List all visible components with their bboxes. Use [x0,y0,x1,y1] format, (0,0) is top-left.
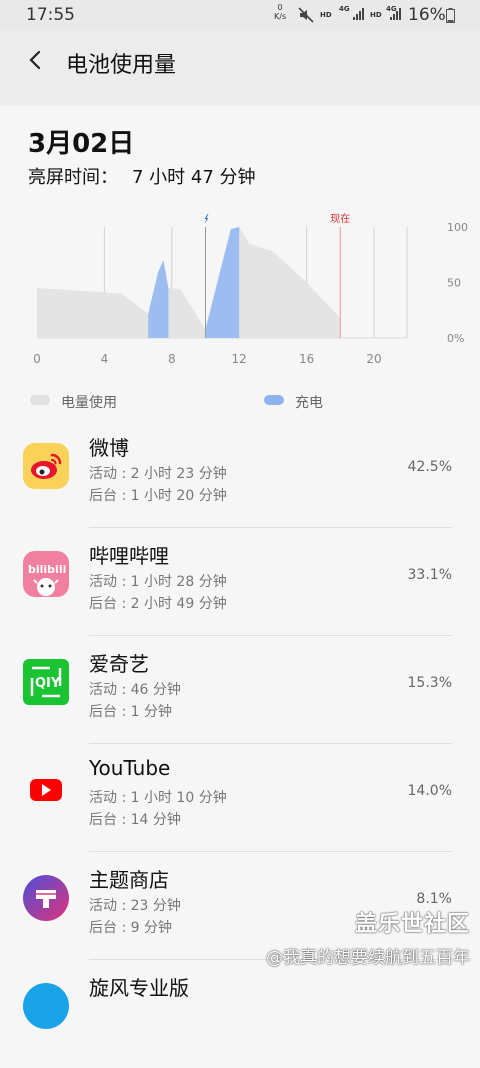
background-time: 后台 : 2 小时 49 分钟 [89,596,227,612]
battery-icon [446,8,455,23]
app-name: 主题商店 [89,868,169,892]
bilibili-icon: bilibili [23,551,69,597]
legend-charging-swatch [264,395,284,405]
x-tick-label: 8 [168,352,176,366]
signal-icon [353,8,364,20]
legend-usage-label: 电量使用 [61,395,117,411]
iqiyi-icon: QIY [23,659,69,705]
x-tick-label: 12 [232,352,247,366]
app-usage-list: 微博 活动 : 2 小时 23 分钟 后台 : 1 小时 20 分钟 42.5%… [0,420,480,1068]
net-speed-unit: K/s [274,12,287,21]
hd-label-2: HD [370,11,382,19]
screen-on-value: 7 小时 47 分钟 [132,167,256,188]
background-time: 后台 : 9 分钟 [89,920,172,936]
x-tick-label: 16 [299,352,314,366]
status-time: 17:55 [26,5,75,25]
app-name: YouTube [89,756,171,780]
background-time: 后台 : 1 分钟 [89,704,172,720]
app-name: 微博 [89,436,129,460]
svg-text:QIY: QIY [35,676,61,691]
y-tick-label: 0% [447,332,464,345]
status-bar: 17:55 0 K/s HD 4G HD 4G 16% [0,0,480,30]
usage-percent: 42.5% [407,459,452,475]
legend-charging: 充电 [264,392,323,412]
list-item-weibo[interactable]: 微博 活动 : 2 小时 23 分钟 后台 : 1 小时 20 分钟 42.5% [0,420,480,528]
svg-text:bilibili: bilibili [28,563,66,576]
usage-percent: 15.3% [407,675,452,691]
x-tick-label: 4 [101,352,109,366]
mute-icon [298,7,314,23]
background-time: 后台 : 1 小时 20 分钟 [89,488,227,504]
page-title: 电池使用量 [66,53,177,78]
list-item-xuanfeng[interactable]: 旋风专业版 [0,960,480,1068]
y-tick-label: 100 [447,221,468,234]
x-tick-label: 20 [366,352,381,366]
active-time: 活动 : 1 小时 10 分钟 [89,790,227,806]
background-time: 后台 : 14 分钟 [89,812,181,828]
youtube-icon [23,767,69,813]
hd-label-1: HD [320,11,332,19]
battery-percent: 16% [408,5,446,25]
screen-on-label: 亮屏时间： [28,167,118,188]
app-name: 哔哩哔哩 [89,544,169,568]
legend-usage-swatch [30,395,50,405]
app-bar: 电池使用量 [0,30,480,106]
app-name: 爱奇艺 [89,652,149,676]
x-tick-label: 0 [33,352,41,366]
active-time: 活动 : 2 小时 23 分钟 [89,466,227,482]
active-time: 活动 : 1 小时 28 分钟 [89,574,227,590]
theme-store-icon [23,875,69,921]
battery-usage-chart: 现在 0 4 8 12 16 20 100 50 0% [33,213,468,366]
list-item-youtube[interactable]: YouTube 活动 : 1 小时 10 分钟 后台 : 14 分钟 14.0% [0,744,480,852]
screen-on-time: 亮屏时间： 7 小时 47 分钟 [28,163,256,189]
xuanfeng-icon [23,983,69,1029]
app-name: 旋风专业版 [89,976,189,1000]
usage-percent: 8.1% [416,891,452,907]
usage-area [37,227,341,338]
list-item-bilibili[interactable]: bilibili 哔哩哔哩 活动 : 1 小时 28 分钟 后台 : 2 小时 … [0,528,480,636]
legend-charging-label: 充电 [295,395,323,411]
lightning-icon [204,214,209,224]
y-tick-label: 50 [447,277,461,290]
list-item-iqiyi[interactable]: QIY 爱奇艺 活动 : 46 分钟 后台 : 1 分钟 15.3% [0,636,480,744]
lte-label-1: 4G [339,5,350,13]
back-arrow-icon[interactable] [24,48,48,72]
usage-percent: 33.1% [407,567,452,583]
active-time: 活动 : 46 分钟 [89,682,181,698]
active-time: 活动 : 23 分钟 [89,898,181,914]
watermark-brand: 盖乐世社区 [354,912,470,937]
net-speed: 0 K/s [274,3,286,21]
weibo-icon [23,443,69,489]
date-label: 3月02日 [28,129,135,159]
watermark-user: @我真的想要续航到五百年 [266,948,470,968]
signal-icon-2 [390,8,401,20]
usage-percent: 14.0% [407,783,452,799]
net-speed-value: 0 [277,3,283,12]
legend-usage: 电量使用 [30,392,117,412]
now-label: 现在 [330,213,350,225]
